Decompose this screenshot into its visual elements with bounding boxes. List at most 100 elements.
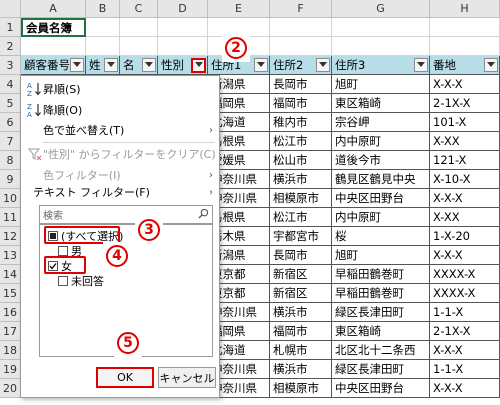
sheet-title-cell[interactable]: 会員名簿 <box>21 18 86 37</box>
table-cell[interactable]: 稚内市 <box>270 113 332 132</box>
table-cell[interactable]: 横浜市 <box>270 170 332 189</box>
row-header[interactable]: 13 <box>0 246 21 265</box>
table-header-cell[interactable]: 番地 <box>430 56 500 75</box>
filter-option-unanswered[interactable]: 未回答 <box>58 274 104 288</box>
row-header[interactable]: 10 <box>0 189 21 208</box>
table-cell[interactable]: 緑区長津田町 <box>332 360 430 379</box>
row-header[interactable]: 18 <box>0 341 21 360</box>
table-cell[interactable]: 鶴見区鶴見中央 <box>332 170 430 189</box>
table-cell[interactable]: 宗谷岬 <box>332 113 430 132</box>
text-filter-item[interactable]: テキスト フィルター(F) › <box>21 182 219 202</box>
table-cell[interactable]: X-X-X <box>430 341 500 360</box>
table-header-cell[interactable]: 姓 <box>86 56 120 75</box>
col-header-h[interactable]: H <box>430 0 500 18</box>
table-cell[interactable]: 101-X <box>430 113 500 132</box>
row-header[interactable]: 4 <box>0 75 21 94</box>
table-cell[interactable]: 新宿区 <box>270 284 332 303</box>
table-cell[interactable]: 1-1-X <box>430 303 500 322</box>
table-cell[interactable]: 内中原町 <box>332 132 430 151</box>
table-cell[interactable]: 旭町 <box>332 75 430 94</box>
table-cell[interactable]: 長岡市 <box>270 75 332 94</box>
table-cell[interactable]: 相模原市 <box>270 379 332 398</box>
col-header-f[interactable]: F <box>270 0 332 18</box>
filter-dropdown-button[interactable] <box>316 58 330 72</box>
cancel-button[interactable]: キャンセル <box>158 367 216 388</box>
col-header-b[interactable]: B <box>86 0 120 18</box>
filter-search-input[interactable]: 検索 <box>39 205 213 224</box>
row-header[interactable]: 6 <box>0 113 21 132</box>
table-cell[interactable]: 道後今市 <box>332 151 430 170</box>
table-cell[interactable]: 東区箱崎 <box>332 94 430 113</box>
table-cell[interactable]: X-XX <box>430 208 500 227</box>
row-header[interactable]: 17 <box>0 322 21 341</box>
table-cell[interactable]: X-X-X <box>430 189 500 208</box>
filter-dropdown-button[interactable] <box>142 58 156 72</box>
table-cell[interactable]: 2-1X-X <box>430 94 500 113</box>
table-cell[interactable]: 福岡市 <box>270 94 332 113</box>
table-cell[interactable]: 松江市 <box>270 132 332 151</box>
filter-dropdown-button[interactable] <box>414 58 428 72</box>
row-header[interactable]: 5 <box>0 94 21 113</box>
row-header[interactable]: 7 <box>0 132 21 151</box>
table-cell[interactable]: 早稲田鶴巻町 <box>332 265 430 284</box>
table-header-cell[interactable]: 顧客番号 <box>21 56 86 75</box>
filter-dropdown-button[interactable] <box>104 58 118 72</box>
row-header[interactable]: 11 <box>0 208 21 227</box>
table-cell[interactable]: X-X-X <box>430 379 500 398</box>
col-header-c[interactable]: C <box>120 0 158 18</box>
table-cell[interactable]: 相模原市 <box>270 189 332 208</box>
table-cell[interactable]: 松江市 <box>270 208 332 227</box>
gender-filter-dropdown-button[interactable] <box>191 57 206 73</box>
filter-dropdown-button[interactable] <box>484 58 498 72</box>
row-header[interactable]: 16 <box>0 303 21 322</box>
col-header-e[interactable]: E <box>208 0 270 18</box>
checkbox-unchecked[interactable] <box>58 246 68 256</box>
row-header[interactable]: 1 <box>0 18 21 37</box>
row-header[interactable]: 2 <box>0 37 21 56</box>
table-cell[interactable]: 内中原町 <box>332 208 430 227</box>
table-cell[interactable]: 北区北十二条西 <box>332 341 430 360</box>
select-all-corner[interactable] <box>0 0 21 18</box>
row-header[interactable]: 20 <box>0 379 21 398</box>
table-cell[interactable]: 1-X-20 <box>430 227 500 246</box>
table-cell[interactable]: 旭町 <box>332 246 430 265</box>
table-cell[interactable]: 桜 <box>332 227 430 246</box>
table-cell[interactable]: 札幌市 <box>270 341 332 360</box>
row-header[interactable]: 19 <box>0 360 21 379</box>
checkbox-unchecked[interactable] <box>58 276 68 286</box>
col-header-d[interactable]: D <box>158 0 208 18</box>
sort-by-color-item[interactable]: 色で並べ替え(T) › <box>21 120 219 140</box>
table-cell[interactable]: 早稲田鶴巻町 <box>332 284 430 303</box>
filter-dropdown-button[interactable] <box>70 58 84 72</box>
table-cell[interactable]: X-X-X <box>430 75 500 94</box>
table-header-cell[interactable]: 住所2 <box>270 56 332 75</box>
col-header-a[interactable]: A <box>21 0 86 18</box>
filter-dropdown-button[interactable] <box>254 58 268 72</box>
ok-button[interactable]: OK <box>96 367 154 388</box>
table-cell[interactable]: XXXX-X <box>430 265 500 284</box>
row-header[interactable]: 3 <box>0 56 21 75</box>
table-cell[interactable]: 長岡市 <box>270 246 332 265</box>
table-cell[interactable]: X-10-X <box>430 170 500 189</box>
row-header[interactable]: 14 <box>0 265 21 284</box>
table-cell[interactable]: 横浜市 <box>270 303 332 322</box>
table-cell[interactable]: XXXX-X <box>430 284 500 303</box>
table-cell[interactable]: 1-1-X <box>430 360 500 379</box>
table-cell[interactable]: X-X-X <box>430 246 500 265</box>
table-cell[interactable]: 中央区田野台 <box>332 189 430 208</box>
table-cell[interactable]: 2-1X-X <box>430 322 500 341</box>
table-cell[interactable]: 松山市 <box>270 151 332 170</box>
table-header-cell[interactable]: 住所3 <box>332 56 430 75</box>
row-header[interactable]: 8 <box>0 151 21 170</box>
table-cell[interactable]: 宇都宮市 <box>270 227 332 246</box>
table-cell[interactable]: 緑区長津田町 <box>332 303 430 322</box>
sort-descending-item[interactable]: ZA 降順(O) <box>21 100 219 120</box>
row-header[interactable]: 15 <box>0 284 21 303</box>
table-header-cell[interactable]: 性別 <box>158 56 208 75</box>
table-cell[interactable]: 東区箱崎 <box>332 322 430 341</box>
table-cell[interactable]: 横浜市 <box>270 360 332 379</box>
clear-filter-item[interactable]: "性別" からフィルターをクリア(C) <box>21 144 219 164</box>
table-cell[interactable]: 新宿区 <box>270 265 332 284</box>
table-cell[interactable]: 中央区田野台 <box>332 379 430 398</box>
col-header-g[interactable]: G <box>332 0 430 18</box>
